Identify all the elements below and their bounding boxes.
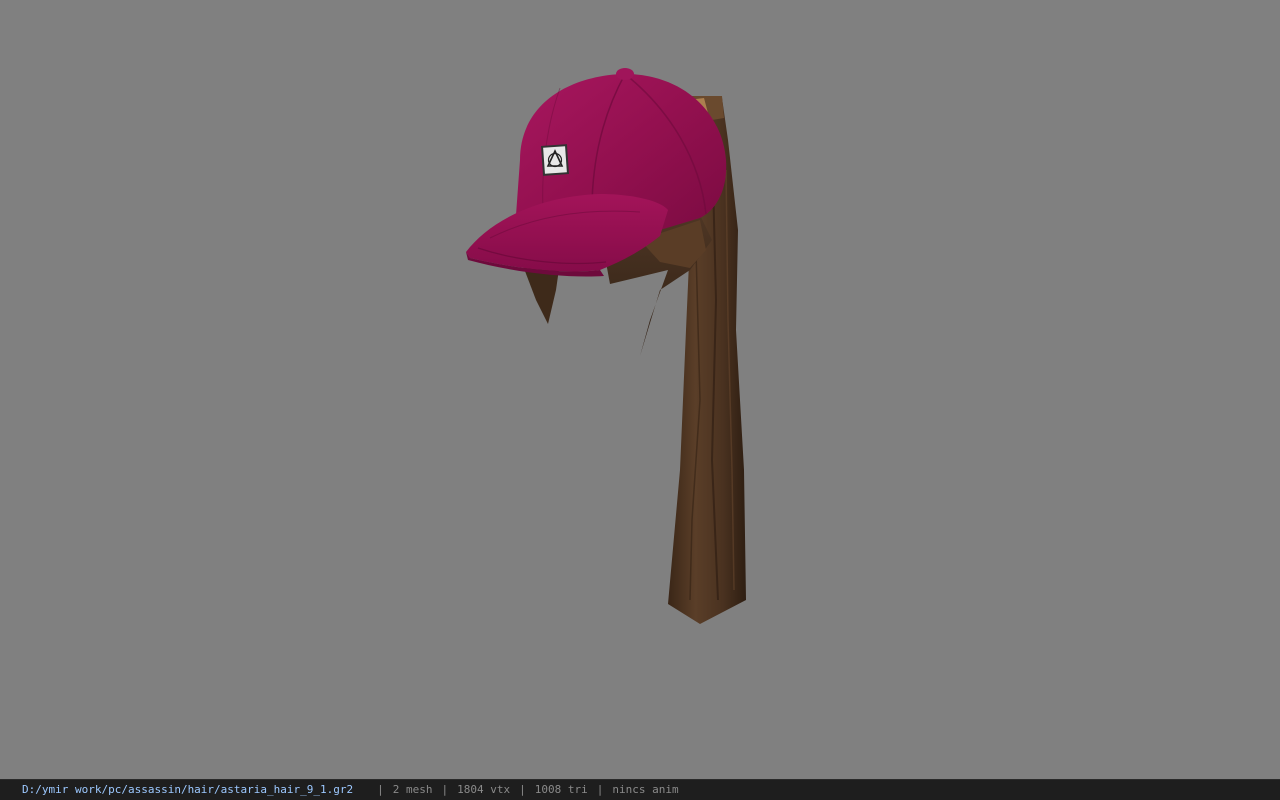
status-bar: D:/ymir work/pc/assassin/hair/astaria_ha…: [0, 779, 1280, 800]
vertex-count-text: 1804 vtx: [457, 783, 511, 796]
3d-viewport[interactable]: [0, 0, 1280, 779]
status-separator: |: [441, 783, 449, 796]
triangle-count-text: 1008 tri: [534, 783, 588, 796]
animation-status-text: nincs anim: [612, 783, 679, 796]
file-path-text: D:/ymir work/pc/assassin/hair/astaria_ha…: [22, 783, 354, 796]
status-separator: |: [519, 783, 526, 796]
status-separator: |: [596, 783, 604, 796]
hair-model-render: [466, 68, 746, 624]
status-separator: |: [377, 783, 384, 796]
mesh-count-text: 2 mesh: [392, 783, 433, 796]
